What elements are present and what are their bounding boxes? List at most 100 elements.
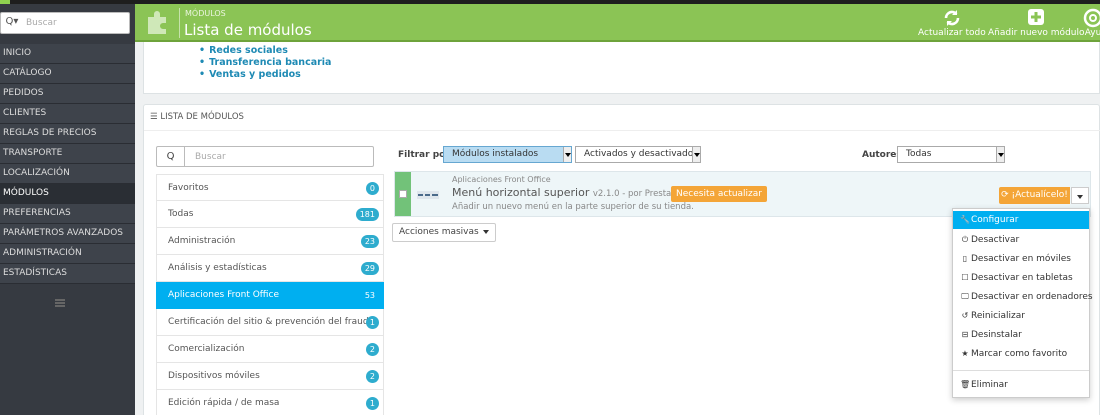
sidebar-item[interactable]: CLIENTES	[0, 104, 135, 124]
category-item[interactable]: Administración 23	[156, 228, 384, 255]
menu-item[interactable]: ⏻ Desactivar	[953, 231, 1089, 249]
menu-item-label: Desactivar en tabletas	[971, 273, 1073, 283]
sidebar-item-label: PARÁMETROS AVANZADOS	[3, 228, 124, 238]
module-filter-select[interactable]: Módulos instalados	[443, 146, 572, 163]
authors-select[interactable]: Todas	[897, 146, 1005, 163]
mobile-icon: ▯	[962, 254, 968, 263]
category-item[interactable]: Dispositivos móviles 2	[156, 363, 384, 390]
sidebar-item[interactable]: TRANSPORTE	[0, 144, 135, 164]
sidebar-item[interactable]: LOCALIZACIÓN	[0, 164, 135, 184]
menu-item[interactable]: 🖵 Desactivar en ordenadores	[953, 288, 1092, 306]
category-item[interactable]: Todas 181	[156, 201, 384, 228]
category-item[interactable]: Análisis y estadísticas 29	[156, 255, 384, 282]
sidebar-item[interactable]: ADMINISTRACIÓN	[0, 244, 135, 264]
module-category-link[interactable]: Redes sociales	[199, 45, 331, 57]
help-label: Ayu	[1084, 28, 1100, 38]
sidebar-search-placeholder: Buscar	[26, 18, 57, 28]
sidebar-item[interactable]: INICIO	[0, 44, 135, 64]
collapse-menu-icon[interactable]	[55, 299, 65, 307]
menu-item-label: Desactivar	[971, 235, 1020, 245]
menu-item-label: Eliminar	[971, 380, 1008, 390]
breadcrumb[interactable]: MÓDULOS	[185, 9, 226, 18]
module-category-link[interactable]: Transferencia bancaria	[199, 57, 331, 69]
sidebar-item[interactable]: ESTADÍSTICAS	[0, 264, 135, 284]
module-filter-value: Módulos instalados	[452, 149, 539, 159]
bulk-actions-button[interactable]: Acciones masivas	[392, 223, 496, 242]
sidebar-item-label: LOCALIZACIÓN	[3, 168, 70, 178]
module-category-link[interactable]: Ventas y pedidos	[199, 69, 331, 81]
status-filter-value: Activados y desactivados	[584, 149, 698, 159]
category-count-badge: 53	[364, 291, 375, 300]
category-count-badge: 181	[355, 208, 379, 221]
category-label: Análisis y estadísticas	[168, 263, 267, 273]
page-header: MÓDULOS Lista de módulos Actualizar todo…	[135, 4, 1100, 42]
module-checkbox[interactable]	[399, 190, 407, 198]
module-description: Añadir un nuevo menú en la parte superio…	[452, 202, 694, 212]
search-icon[interactable]: Q▾	[1, 16, 23, 27]
tablet-icon: ☐	[961, 273, 969, 282]
chevron-down-icon	[692, 147, 700, 162]
star-icon: ★	[961, 349, 969, 358]
menu-item[interactable]: ☐ Desactivar en tabletas	[953, 269, 1089, 287]
sidebar-item[interactable]: PARÁMETROS AVANZADOS	[0, 224, 135, 244]
power-icon: ⏻	[961, 235, 969, 244]
category-item[interactable]: Aplicaciones Front Office 53	[156, 282, 384, 309]
sidebar: Q▾ Buscar INICIO CATÁLOGO PEDIDOS CLIENTES R…	[0, 4, 135, 415]
menu-item-label: Desinstalar	[971, 330, 1022, 340]
menu-item[interactable]: ↺ Reinicializar	[953, 307, 1089, 325]
category-count-badge: 0	[365, 182, 379, 195]
module-links-list: Redes socialesTransferencia bancariaVent…	[199, 45, 331, 81]
status-filter-select[interactable]: Activados y desactivados	[575, 146, 701, 163]
sidebar-search[interactable]: Q▾ Buscar	[0, 12, 130, 34]
authors-label: Autores	[862, 150, 902, 160]
undo-icon: ↺	[961, 311, 969, 320]
category-count-badge: 1	[365, 397, 379, 410]
authors-value: Todas	[906, 149, 932, 159]
sidebar-item[interactable]: CATÁLOGO	[0, 64, 135, 84]
header-divider	[179, 8, 180, 38]
menu-item-label: Configurar	[971, 215, 1019, 225]
module-actions-dropdown-toggle[interactable]	[1071, 187, 1089, 204]
sidebar-item[interactable]: REGLAS DE PRECIOS	[0, 124, 135, 144]
menu-item[interactable]: ▯ Desactivar en móviles	[953, 250, 1089, 268]
category-item[interactable]: Comercialización 2	[156, 336, 384, 363]
sidebar-item[interactable]: PEDIDOS	[0, 84, 135, 104]
category-label: Certificación del sitio & prevención del…	[168, 317, 375, 327]
update-all-button[interactable]: Actualizar todo	[918, 8, 986, 38]
module-name-line: Menú horizontal superior v2.1.0 - por Pr…	[452, 186, 693, 199]
puzzle-icon	[148, 11, 166, 34]
list-icon: ☰	[150, 112, 158, 122]
category-count-badge: 29	[360, 262, 379, 275]
help-button[interactable]: Ayu	[1083, 8, 1100, 38]
search-icon[interactable]: Q	[157, 147, 185, 166]
update-module-button[interactable]: ⟳ ¡Actualícelo!	[999, 187, 1070, 204]
module-category: Aplicaciones Front Office	[452, 175, 551, 184]
sidebar-item[interactable]: PREFERENCIAS	[0, 204, 135, 224]
module-links-box: Redes socialesTransferencia bancariaVent…	[143, 42, 1100, 94]
sidebar-item-label: CLIENTES	[3, 108, 47, 118]
module-actions-menu: 🔧Configurar ⏻ Desactivar ▯ Desactivar en móv…	[952, 208, 1093, 398]
category-item[interactable]: Certificación del sitio & prevención del…	[156, 309, 384, 336]
menu-item[interactable]: 🗑Eliminar	[953, 376, 1089, 394]
caret-down-icon	[482, 229, 489, 234]
category-label: Comercialización	[168, 344, 245, 354]
sidebar-item-label: PREFERENCIAS	[3, 208, 71, 218]
category-search[interactable]: Q Buscar	[156, 146, 374, 167]
module-name: Menú horizontal superior	[452, 186, 590, 199]
sidebar-item-label: PEDIDOS	[3, 88, 44, 98]
needs-update-badge: Necesita actualizar	[671, 186, 768, 202]
minus-square-icon: ⊟	[961, 330, 969, 339]
menu-divider	[953, 370, 1089, 371]
category-label: Administración	[168, 236, 236, 246]
menu-item[interactable]: 🔧Configurar	[953, 211, 1089, 229]
category-count-badge: 23	[360, 235, 379, 248]
category-item[interactable]: Favoritos 0	[156, 174, 384, 201]
category-item[interactable]: Edición rápida / de masa 1	[156, 390, 384, 415]
menu-item[interactable]: ★ Marcar como favorito	[953, 345, 1089, 363]
add-module-button[interactable]: Añadir nuevo módulo	[988, 8, 1085, 38]
chevron-down-icon	[996, 147, 1004, 162]
sidebar-item[interactable]: MÓDULOS	[0, 184, 135, 204]
menu-item-label: Marcar como favorito	[971, 349, 1068, 359]
menu-item-label: Desactivar en móviles	[971, 254, 1071, 264]
menu-item[interactable]: ⊟ Desinstalar	[953, 326, 1089, 344]
